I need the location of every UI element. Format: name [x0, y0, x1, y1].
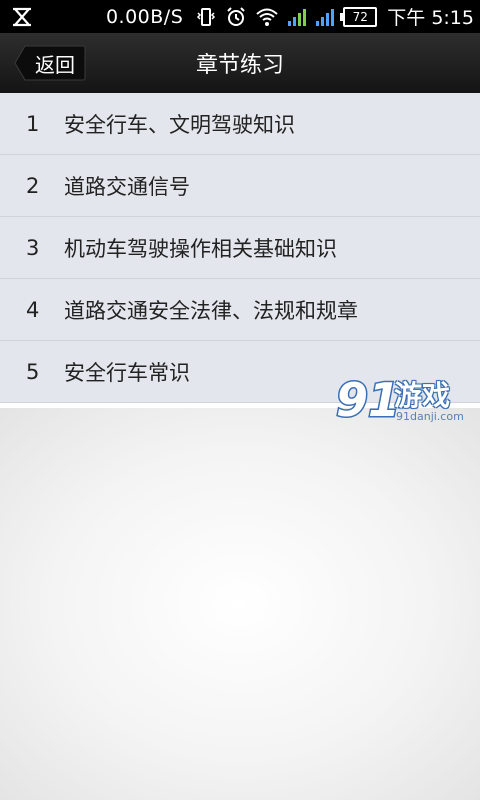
watermark-site: 91danji.com: [396, 410, 464, 423]
chapter-number: 2: [26, 173, 40, 198]
chapter-number: 1: [26, 111, 40, 136]
chapter-item-1[interactable]: 1 安全行车、文明驾驶知识: [0, 93, 480, 155]
chapter-number: 3: [26, 235, 40, 260]
title-bar: 章节练习 返回: [0, 33, 480, 94]
usb-debug-icon: [10, 5, 34, 29]
watermark-91-icon: 91: [335, 372, 402, 429]
back-button-label: 返回: [35, 52, 75, 77]
chapter-label: 机动车驾驶操作相关基础知识: [64, 236, 337, 261]
watermark-logo: 91 游戏 91danji.com: [334, 370, 474, 430]
content-background: [0, 408, 480, 800]
battery-icon: 72: [340, 5, 378, 29]
clock: 下午 5:15: [387, 7, 474, 29]
vibrate-icon: [195, 5, 217, 29]
chapter-item-3[interactable]: 3 机动车驾驶操作相关基础知识: [0, 217, 480, 279]
battery-level: 72: [340, 6, 378, 27]
chapter-number: 5: [26, 359, 40, 384]
chapter-label: 安全行车、文明驾驶知识: [64, 112, 295, 137]
chapter-item-2[interactable]: 2 道路交通信号: [0, 155, 480, 217]
signal-icon-2: [315, 5, 335, 29]
watermark-text: 游戏: [394, 379, 451, 412]
status-bar: 0.00B/S 72 下午 5:15: [0, 0, 480, 33]
alarm-icon: [225, 5, 247, 29]
net-speed: 0.00B/S: [105, 5, 184, 28]
wifi-icon: [255, 5, 279, 29]
chapter-number: 4: [26, 297, 40, 322]
chapter-label: 道路交通信号: [64, 174, 190, 199]
signal-icon: [287, 5, 307, 29]
chapter-item-4[interactable]: 4 道路交通安全法律、法规和规章: [0, 279, 480, 341]
back-button[interactable]: 返回: [14, 45, 86, 81]
watermark-number: 91: [336, 373, 398, 426]
chapter-label: 道路交通安全法律、法规和规章: [64, 298, 358, 323]
chapter-list: 1 安全行车、文明驾驶知识 2 道路交通信号 3 机动车驾驶操作相关基础知识 4…: [0, 93, 480, 403]
